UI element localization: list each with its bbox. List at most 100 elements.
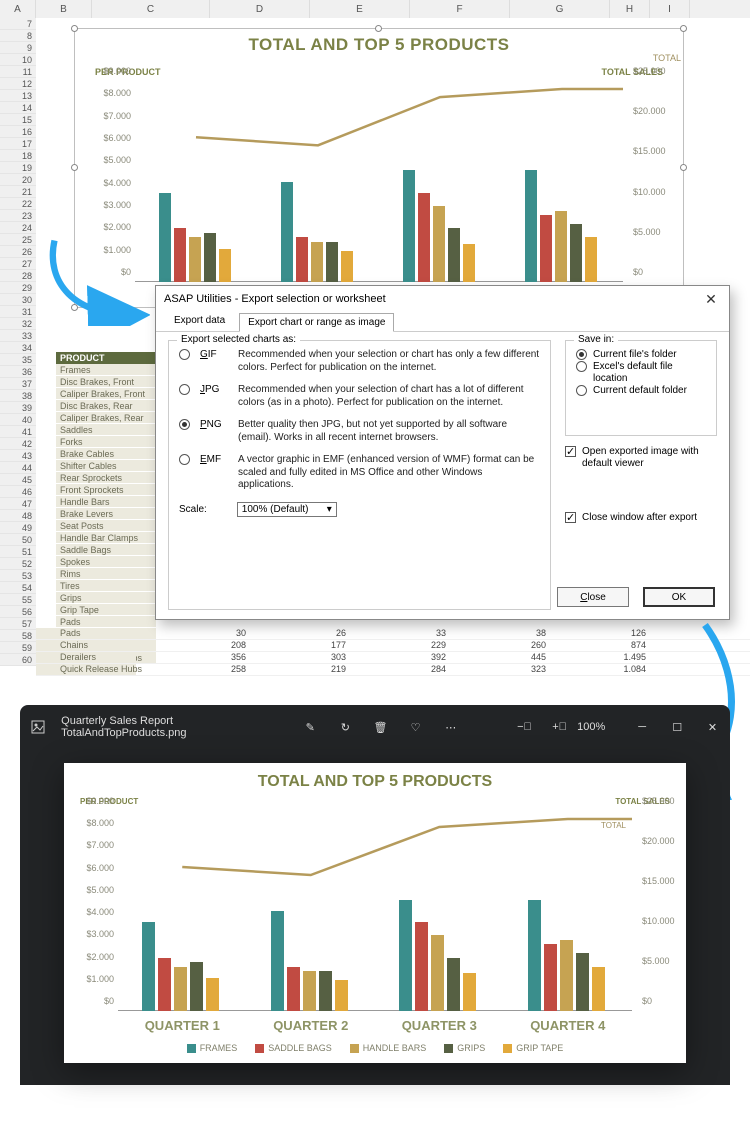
- row-header[interactable]: 32: [0, 318, 36, 330]
- row-header[interactable]: 14: [0, 102, 36, 114]
- list-item[interactable]: Shifter Cables: [56, 460, 156, 472]
- dialog-tab[interactable]: Export data: [166, 312, 233, 331]
- open-after-checkbox[interactable]: Open exported image with default viewer: [565, 446, 717, 470]
- column-header[interactable]: I: [650, 0, 690, 18]
- row-header[interactable]: 18: [0, 150, 36, 162]
- row-header[interactable]: 11: [0, 66, 36, 78]
- rotate-icon[interactable]: ↻: [334, 715, 357, 739]
- row-header[interactable]: 46: [0, 486, 36, 498]
- row-header[interactable]: 19: [0, 162, 36, 174]
- list-item[interactable]: Handle Bar Clamps: [56, 532, 156, 544]
- row-header[interactable]: 45: [0, 474, 36, 486]
- save-option[interactable]: Current file's folder: [576, 349, 706, 361]
- list-item[interactable]: Handle Bars: [56, 496, 156, 508]
- table-header-product[interactable]: PRODUCT: [56, 352, 156, 364]
- zoom-in-icon[interactable]: +⃝: [548, 715, 571, 739]
- row-header[interactable]: 44: [0, 462, 36, 474]
- list-item[interactable]: Disc Brakes, Rear: [56, 400, 156, 412]
- table-row[interactable]: Derailers3563033924451.495: [36, 652, 750, 664]
- row-header[interactable]: 34: [0, 342, 36, 354]
- maximize-icon[interactable]: ☐: [666, 715, 689, 739]
- table-row[interactable]: Quick Release Hubs2582192843231.084: [36, 664, 750, 676]
- list-item[interactable]: Spokes: [56, 556, 156, 568]
- row-header[interactable]: 59: [0, 642, 36, 654]
- format-option[interactable]: GIFRecommended when your selection or ch…: [179, 349, 540, 374]
- row-header[interactable]: 41: [0, 426, 36, 438]
- close-after-checkbox[interactable]: Close window after export: [565, 512, 717, 523]
- row-header[interactable]: 36: [0, 366, 36, 378]
- list-item[interactable]: Grip Tape: [56, 604, 156, 616]
- row-header[interactable]: 12: [0, 78, 36, 90]
- row-header[interactable]: 39: [0, 402, 36, 414]
- row-header[interactable]: 33: [0, 330, 36, 342]
- row-header[interactable]: 20: [0, 174, 36, 186]
- dialog-tab[interactable]: Export chart or range as image: [239, 313, 394, 332]
- row-header[interactable]: 22: [0, 198, 36, 210]
- list-item[interactable]: Brake Cables: [56, 448, 156, 460]
- column-header[interactable]: C: [92, 0, 210, 18]
- row-header[interactable]: 7: [0, 18, 36, 30]
- more-icon[interactable]: ⋯: [439, 715, 462, 739]
- close-icon[interactable]: ✕: [701, 289, 721, 309]
- row-header[interactable]: 23: [0, 210, 36, 222]
- list-item[interactable]: Brake Levers: [56, 508, 156, 520]
- column-header[interactable]: G: [510, 0, 610, 18]
- row-header[interactable]: 37: [0, 378, 36, 390]
- column-header[interactable]: A: [0, 0, 36, 18]
- window-close-icon[interactable]: ✕: [701, 715, 724, 739]
- dialog-titlebar[interactable]: ASAP Utilities - Export selection or wor…: [156, 286, 729, 312]
- row-header[interactable]: 24: [0, 222, 36, 234]
- column-header[interactable]: H: [610, 0, 650, 18]
- list-item[interactable]: Saddle Bags: [56, 544, 156, 556]
- list-item[interactable]: Seat Posts: [56, 520, 156, 532]
- row-header[interactable]: 47: [0, 498, 36, 510]
- list-item[interactable]: Rims: [56, 568, 156, 580]
- format-option[interactable]: EMFA vector graphic in EMF (enhanced ver…: [179, 454, 540, 492]
- column-header[interactable]: D: [210, 0, 310, 18]
- column-header[interactable]: E: [310, 0, 410, 18]
- row-header[interactable]: 51: [0, 546, 36, 558]
- row-header[interactable]: 35: [0, 354, 36, 366]
- row-header[interactable]: 54: [0, 582, 36, 594]
- save-option[interactable]: Excel's default file location: [576, 361, 706, 385]
- row-header[interactable]: 40: [0, 414, 36, 426]
- format-option[interactable]: JPGRecommended when your selection of ch…: [179, 384, 540, 409]
- row-header[interactable]: 28: [0, 270, 36, 282]
- list-item[interactable]: Saddles: [56, 424, 156, 436]
- row-header[interactable]: 52: [0, 558, 36, 570]
- row-header[interactable]: 8: [0, 30, 36, 42]
- row-header[interactable]: 55: [0, 594, 36, 606]
- table-row[interactable]: Chains208177229260874: [36, 640, 750, 652]
- row-header[interactable]: 16: [0, 126, 36, 138]
- zoom-out-icon[interactable]: −⃝: [513, 715, 536, 739]
- row-header[interactable]: 58: [0, 630, 36, 642]
- row-header[interactable]: 29: [0, 282, 36, 294]
- edit-icon[interactable]: ✎: [299, 715, 322, 739]
- chart-object[interactable]: TOTAL AND TOP 5 PRODUCTS PER PRODUCT TOT…: [74, 28, 684, 308]
- row-header[interactable]: 15: [0, 114, 36, 126]
- row-header[interactable]: 13: [0, 90, 36, 102]
- format-option[interactable]: PNGBetter quality then JPG, but not yet …: [179, 419, 540, 444]
- column-header[interactable]: B: [36, 0, 92, 18]
- row-header[interactable]: 30: [0, 294, 36, 306]
- close-button[interactable]: Close: [557, 587, 629, 607]
- scale-combo[interactable]: 100% (Default)▾: [237, 502, 337, 517]
- list-item[interactable]: Pads: [56, 616, 156, 628]
- list-item[interactable]: Grips: [56, 592, 156, 604]
- row-header[interactable]: 10: [0, 54, 36, 66]
- row-header[interactable]: 17: [0, 138, 36, 150]
- row-header[interactable]: 48: [0, 510, 36, 522]
- row-header[interactable]: 38: [0, 390, 36, 402]
- list-item[interactable]: Caliper Brakes, Rear: [56, 412, 156, 424]
- row-header[interactable]: 42: [0, 438, 36, 450]
- row-header[interactable]: 57: [0, 618, 36, 630]
- list-item[interactable]: Frames: [56, 364, 156, 376]
- column-header[interactable]: F: [410, 0, 510, 18]
- list-item[interactable]: Caliper Brakes, Front: [56, 388, 156, 400]
- row-header[interactable]: 49: [0, 522, 36, 534]
- row-header[interactable]: 60: [0, 654, 36, 666]
- minimize-icon[interactable]: ─: [631, 715, 654, 739]
- row-header[interactable]: 9: [0, 42, 36, 54]
- row-header[interactable]: 26: [0, 246, 36, 258]
- row-header[interactable]: 53: [0, 570, 36, 582]
